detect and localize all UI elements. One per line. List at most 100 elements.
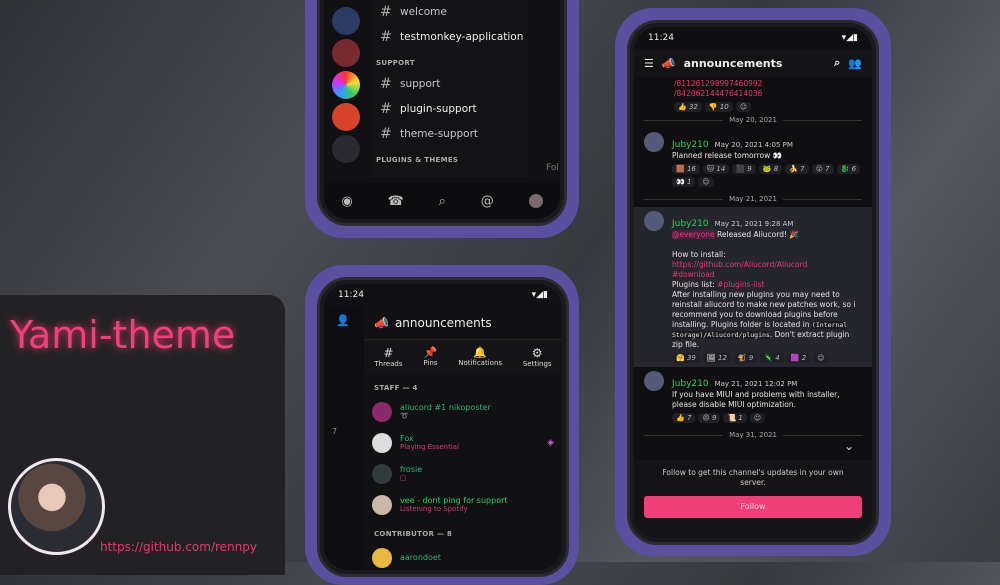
status-bar: 11:24 ▾◢▮ <box>338 290 548 300</box>
friends-icon[interactable]: ☎ <box>388 194 404 209</box>
scroll-down-icon[interactable]: ⌄ <box>844 439 854 453</box>
server-list <box>324 3 368 167</box>
reaction[interactable]: 🟪 2 <box>786 353 811 363</box>
pin-icon: 📌 <box>423 346 438 359</box>
add-reaction-icon[interactable]: ☺ <box>698 177 714 187</box>
category-support[interactable]: SUPPORT <box>370 49 528 71</box>
channel-list: # welcome # testmonkey-application SUPPORT… <box>370 0 528 177</box>
reaction[interactable]: 🐒 9 <box>733 353 758 363</box>
hash-icon: # <box>380 125 392 142</box>
members-icon[interactable]: 👤 <box>336 314 364 327</box>
server-folder[interactable] <box>332 135 360 163</box>
avatar <box>372 432 392 453</box>
channel-info-panel: 📣 announcements # Threads 📌 Pins 🔔 Notificat… <box>364 306 562 570</box>
message-highlighted[interactable]: Juby210 May 21, 2021 9:28 AM @everyone Re… <box>634 207 872 367</box>
contributor-header: CONTRIBUTOR — 8 <box>374 530 453 538</box>
search-icon[interactable]: ⌕ <box>439 194 446 209</box>
avatar <box>644 211 664 231</box>
reactions: 🟫 16 🐱 14 ⬛ 9 🐸 8 🍌 7 😮 7 🐉 6 👀 1 ☺ <box>672 164 862 187</box>
avatar <box>372 494 392 515</box>
server-icon[interactable] <box>332 39 360 67</box>
mention[interactable]: @everyone <box>672 230 715 239</box>
reaction[interactable]: 🤗 39 <box>672 353 700 363</box>
phone-members: 11:24 ▾◢▮ 👤 7 📣 announcements # Threads 📌 Pi… <box>317 277 569 577</box>
link[interactable]: #download <box>672 270 862 280</box>
avatar <box>372 463 392 484</box>
channel-testmonkey[interactable]: # testmonkey-application <box>370 24 528 49</box>
member-row[interactable]: aliucord #1 nikoposter ➰ <box>364 396 562 427</box>
bell-icon: 🔔 <box>473 346 487 359</box>
wifi-battery-icon: ▾◢▮ <box>531 290 548 300</box>
hash-icon: # <box>380 28 392 45</box>
channel-tabs: # Threads 📌 Pins 🔔 Notifications ⚙ Settings <box>364 340 562 374</box>
announcement-icon: 📣 <box>374 315 389 330</box>
profile-avatar[interactable] <box>528 194 543 208</box>
reactions: 👍 7 😠 9 📜 1 ☺ <box>672 413 862 423</box>
add-reaction-icon[interactable]: ☺ <box>749 413 766 423</box>
reaction[interactable]: 🖼 12 <box>702 353 731 363</box>
announcement-icon: 📣 <box>661 56 676 70</box>
channel-support[interactable]: # support <box>370 71 528 96</box>
menu-icon[interactable]: ☰ <box>644 57 654 70</box>
discord-home-icon[interactable]: ◉ <box>341 194 352 209</box>
reaction[interactable]: 🐉 6 <box>836 164 861 174</box>
reaction[interactable]: 🐸 8 <box>758 164 783 174</box>
tab-notifications[interactable]: 🔔 Notifications <box>458 346 502 368</box>
channel-plugin-support[interactable]: # plugin-support <box>370 96 528 121</box>
reaction[interactable]: 😠 9 <box>698 413 721 423</box>
left-peek: 👤 7 <box>324 306 364 570</box>
avatar <box>372 547 392 568</box>
tab-pins[interactable]: 📌 Pins <box>423 346 437 368</box>
tab-settings[interactable]: ⚙ Settings <box>523 346 552 368</box>
add-reaction-icon[interactable]: ☺ <box>813 353 829 363</box>
channel-mention[interactable]: #plugins-list <box>717 280 764 289</box>
message[interactable]: Juby210 May 21, 2021 12:02 PM If you have… <box>634 367 872 427</box>
reactions: 👍 32 👎 10 ☺ <box>674 102 862 112</box>
message[interactable]: Juby210 May 20, 2021 4:05 PM Planned rele… <box>634 128 872 191</box>
channel-welcome[interactable]: # welcome <box>370 0 528 24</box>
channel-theme-support[interactable]: # theme-support <box>370 121 528 146</box>
reaction[interactable]: 🦎 4 <box>760 353 784 363</box>
avatar <box>372 401 392 422</box>
follow-button[interactable]: Follow <box>644 496 862 518</box>
member-row[interactable]: Fox Playing Essential ◈ <box>364 427 562 458</box>
tab-threads[interactable]: # Threads <box>374 346 402 368</box>
date-divider: May 20, 2021 <box>634 112 872 128</box>
search-icon[interactable]: ⌕ <box>834 56 840 70</box>
reaction[interactable]: 📜 1 <box>723 413 747 423</box>
reaction[interactable]: 👍 7 <box>672 413 696 423</box>
members-icon[interactable]: 👥 <box>848 57 862 70</box>
staff-header: STAFF — 4 <box>374 384 418 392</box>
server-icon[interactable] <box>332 7 360 35</box>
link[interactable]: https://github.com/Aliucord/Aliucord <box>672 260 862 270</box>
threads-icon: # <box>383 346 394 360</box>
mentions-icon[interactable]: @ <box>481 194 494 209</box>
reaction[interactable]: 🟫 16 <box>672 164 700 174</box>
reaction[interactable]: 🐱 14 <box>702 164 730 174</box>
reaction[interactable]: 👍 32 <box>674 102 702 112</box>
author-avatar <box>8 458 105 555</box>
member-row[interactable]: vee - dont ping for support Listening to … <box>364 489 562 520</box>
link[interactable]: /811261298997460992 <box>674 79 862 89</box>
reactions: 🤗 39 🖼 12 🐒 9 🦎 4 🟪 2 ☺ <box>672 353 862 363</box>
avatar <box>644 132 664 152</box>
link[interactable]: /842062144476414036 <box>674 89 862 99</box>
server-icon[interactable] <box>332 103 360 131</box>
forum-icon: # <box>380 75 392 92</box>
reaction[interactable]: 👀 1 <box>672 177 696 187</box>
hash-icon: # <box>380 3 392 20</box>
promo-title: Yami-theme <box>10 313 236 357</box>
follow-panel: Follow to get this channel's updates in … <box>634 460 872 538</box>
reaction[interactable]: ⬛ 9 <box>732 164 756 174</box>
server-icon[interactable] <box>332 71 360 99</box>
status-bar: 11:24 ▾◢▮ <box>648 33 858 43</box>
github-link[interactable]: https://github.com/rennpy <box>100 540 257 554</box>
date-divider: May 21, 2021 <box>634 191 872 207</box>
reaction[interactable]: 🍌 7 <box>785 164 809 174</box>
member-row[interactable]: aarondoet <box>364 542 562 570</box>
reaction[interactable]: 😮 7 <box>811 164 834 174</box>
member-row[interactable]: frosie ▢ <box>364 458 562 489</box>
category-plugins[interactable]: PLUGINS & THEMES <box>370 146 528 168</box>
add-reaction-icon[interactable]: ☺ <box>735 102 752 112</box>
reaction[interactable]: 👎 10 <box>704 102 733 112</box>
